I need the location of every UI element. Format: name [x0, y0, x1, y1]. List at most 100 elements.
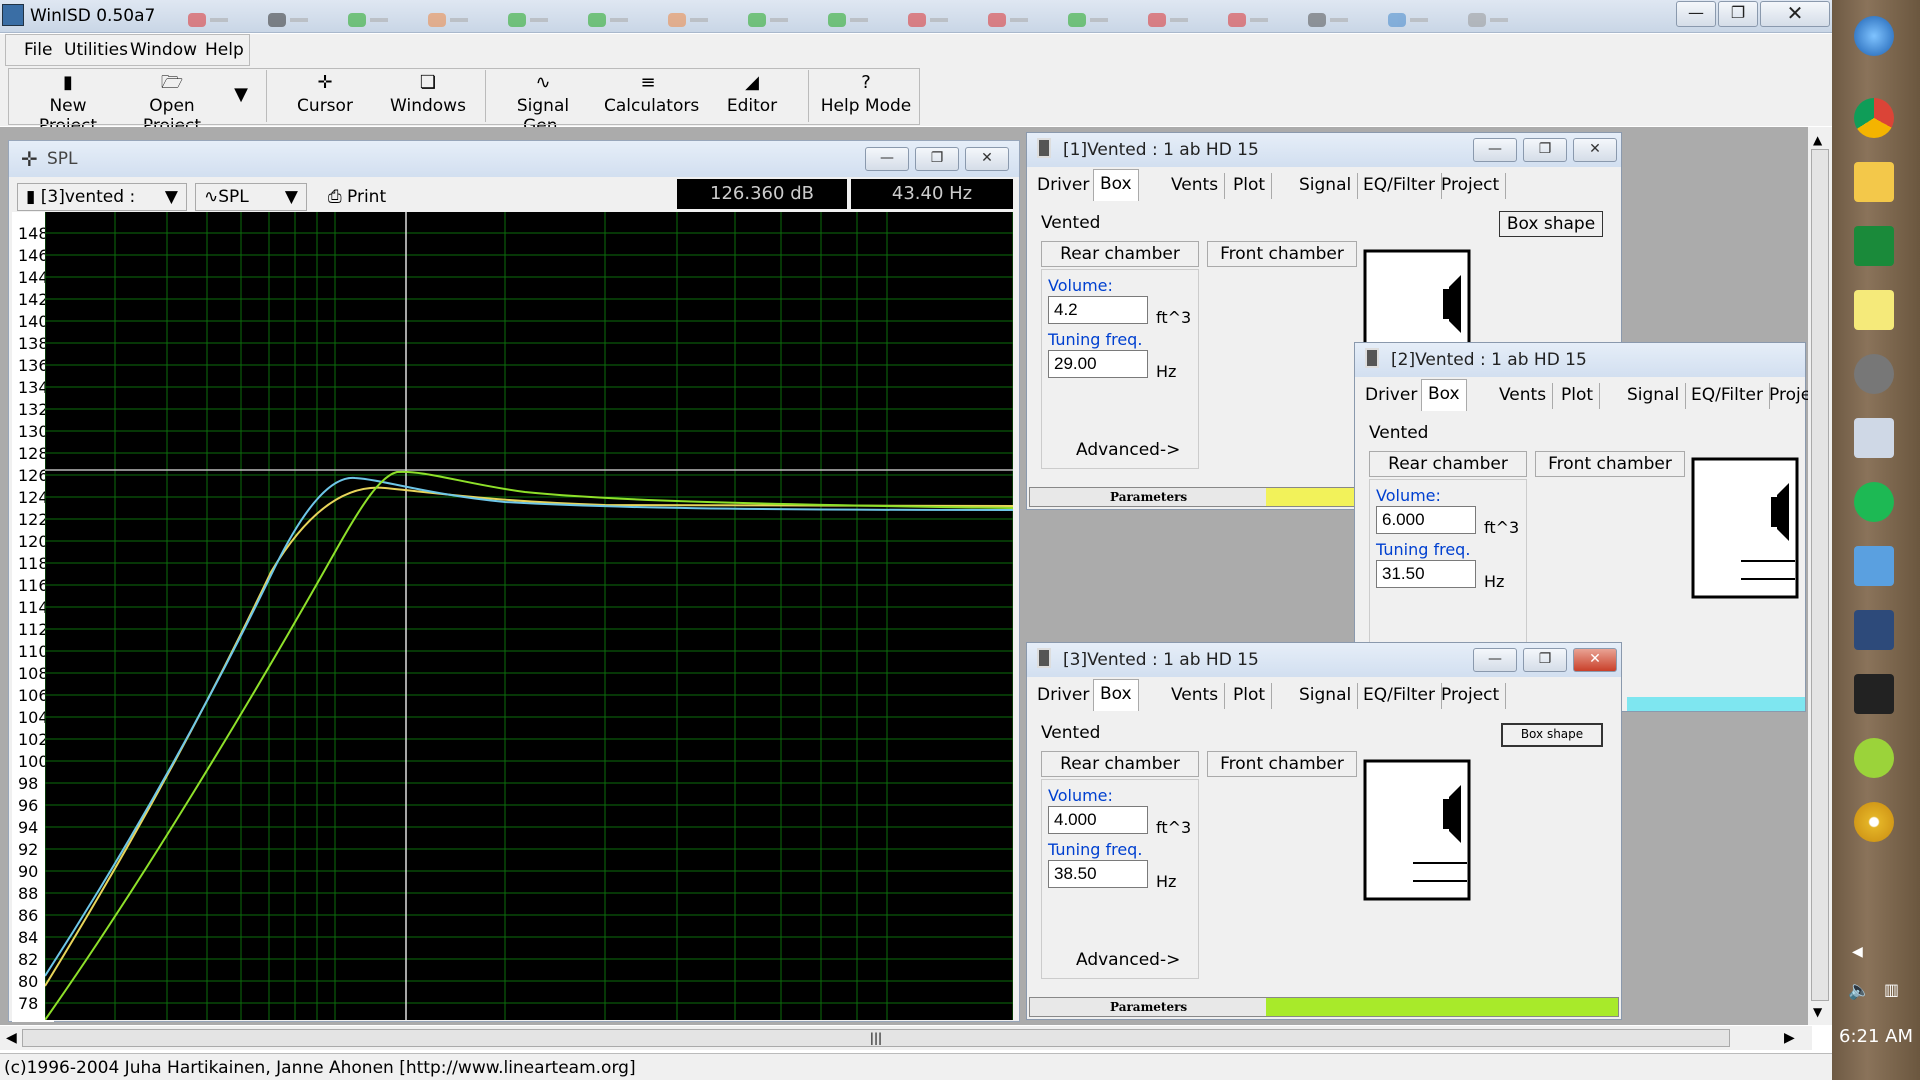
scroll-right-icon[interactable]: ▶ [1784, 1030, 1795, 1046]
winisd-icon[interactable] [1846, 604, 1902, 658]
driver-3-minimize-button[interactable]: — [1473, 648, 1517, 672]
taskbar-thumb-1[interactable] [180, 10, 240, 30]
spl-minimize-button[interactable]: — [865, 147, 909, 171]
volume-unit: ft^3 [1156, 308, 1192, 327]
volume-input[interactable] [1048, 296, 1148, 324]
box-type[interactable]: Vented [1041, 213, 1100, 233]
front-chamber-tab[interactable]: Front chamber [1207, 751, 1357, 777]
taskbar-thumb-7[interactable] [660, 10, 720, 30]
spl-plot[interactable] [45, 212, 1013, 1020]
tab-project[interactable]: Project [1435, 173, 1507, 199]
taskbar-thumb-8[interactable] [740, 10, 800, 30]
tab-vents[interactable]: Vents [1493, 383, 1554, 409]
spotify-icon[interactable] [1846, 476, 1902, 530]
spl-close-button[interactable]: ✕ [965, 147, 1009, 171]
box-type[interactable]: Vented [1369, 423, 1428, 443]
driver-1-maximize-button[interactable]: ❐ [1523, 138, 1567, 162]
tuning-input[interactable] [1048, 350, 1148, 378]
driver-1-minimize-button[interactable]: — [1473, 138, 1517, 162]
front-chamber-tab[interactable]: Front chamber [1207, 241, 1357, 267]
driver-3-close-button[interactable]: ✕ [1573, 648, 1617, 672]
chrome-icon[interactable] [1846, 92, 1902, 146]
advanced-button[interactable]: Advanced-> [1076, 950, 1180, 970]
scroll-thumb[interactable]: ||| [22, 1029, 1730, 1047]
volume-input[interactable] [1376, 506, 1476, 534]
driver-3-maximize-button[interactable]: ❐ [1523, 648, 1567, 672]
taskbar-thumb-9[interactable] [820, 10, 880, 30]
tab-eq-filter[interactable]: EQ/Filter [1357, 683, 1442, 709]
window-titlebar: WinISD 0.50a7 — ❐ ✕ [0, 0, 1832, 33]
scroll-thumb[interactable] [1811, 149, 1829, 1001]
box-type[interactable]: Vented [1041, 723, 1100, 743]
tab-vents[interactable]: Vents [1165, 683, 1226, 709]
volume-input[interactable] [1048, 806, 1148, 834]
driver-1-close-button[interactable]: ✕ [1573, 138, 1617, 162]
rear-chamber-tab[interactable]: Rear chamber [1041, 241, 1199, 267]
close-button[interactable]: ✕ [1760, 1, 1830, 27]
box-shape-button[interactable]: Box shape [1499, 211, 1603, 237]
taskbar-thumb-15[interactable] [1300, 10, 1360, 30]
rear-chamber-tab[interactable]: Rear chamber [1041, 751, 1199, 777]
scroll-left-icon[interactable]: ◀ [6, 1030, 17, 1046]
front-chamber-tab[interactable]: Front chamber [1535, 451, 1685, 477]
taskbar-thumb-6[interactable] [580, 10, 640, 30]
taskbar-thumb-17[interactable] [1460, 10, 1520, 30]
taskbar-thumb-11[interactable] [980, 10, 1040, 30]
taskbar-thumb-4[interactable] [420, 10, 480, 30]
tab-driver[interactable]: Driver [1031, 683, 1097, 709]
taskbar-thumb-3[interactable] [340, 10, 400, 30]
volume-icon[interactable]: 🔈 [1848, 980, 1870, 1001]
taskbar-thumb-12[interactable] [1060, 10, 1120, 30]
tab-vents[interactable]: Vents [1165, 173, 1226, 199]
tab-project[interactable]: Project [1435, 683, 1507, 709]
clock[interactable]: 6:21 AM [1832, 1026, 1920, 1047]
minimize-button[interactable]: — [1676, 1, 1716, 27]
tab-plot[interactable]: Plot [1555, 383, 1601, 409]
dvd-icon[interactable] [1846, 796, 1902, 850]
spl-maximize-button[interactable]: ❐ [915, 147, 959, 171]
tuning-unit: Hz [1156, 362, 1177, 381]
taskbar-thumb-5[interactable] [500, 10, 560, 30]
tab-eq-filter[interactable]: EQ/Filter [1685, 383, 1770, 409]
tab-signal[interactable]: Signal [1293, 173, 1359, 199]
tab-driver[interactable]: Driver [1031, 173, 1097, 199]
scroll-up-icon[interactable]: ▲ [1813, 133, 1822, 147]
maximize-button[interactable]: ❐ [1718, 1, 1758, 27]
taskbar-thumb-2[interactable] [260, 10, 320, 30]
taskbar-thumb-16[interactable] [1380, 10, 1440, 30]
control-panel-icon[interactable] [1846, 540, 1902, 594]
tab-signal[interactable]: Signal [1621, 383, 1687, 409]
project-select[interactable]: ▮ [3]vented : ▼ [17, 183, 187, 211]
print-button[interactable]: ⎙ Print [319, 183, 399, 211]
graph-type-select[interactable]: ∿SPL ▼ [195, 183, 307, 211]
taskbar-thumb-13[interactable] [1140, 10, 1200, 30]
horizontal-scrollbar[interactable]: ◀ ||| ▶ [0, 1026, 1812, 1050]
tab-box[interactable]: Box [1421, 379, 1467, 411]
box-shape-button[interactable]: Box shape [1501, 723, 1603, 747]
scroll-down-icon[interactable]: ▼ [1813, 1005, 1822, 1019]
file-explorer-icon[interactable] [1846, 156, 1902, 210]
mouse-icon[interactable] [1846, 348, 1902, 402]
tab-box[interactable]: Box [1093, 679, 1139, 711]
tab-box[interactable]: Box [1093, 169, 1139, 201]
windows-orb-icon[interactable] [1846, 10, 1902, 64]
network-icon[interactable]: ▥ [1884, 980, 1899, 999]
tab-plot[interactable]: Plot [1227, 173, 1273, 199]
tab-eq-filter[interactable]: EQ/Filter [1357, 173, 1442, 199]
vertical-scrollbar[interactable]: ▲ ▼ [1808, 127, 1832, 1025]
show-hidden-icons-icon[interactable]: ◀ [1852, 944, 1863, 960]
tab-plot[interactable]: Plot [1227, 683, 1273, 709]
tuning-input[interactable] [1048, 860, 1148, 888]
taskbar-thumb-14[interactable] [1220, 10, 1280, 30]
sticky-notes-icon[interactable] [1846, 284, 1902, 338]
audio-wave-icon[interactable] [1846, 668, 1902, 722]
taskbar-thumb-10[interactable] [900, 10, 960, 30]
app-green-ring-icon[interactable] [1846, 732, 1902, 786]
advanced-button[interactable]: Advanced-> [1076, 440, 1180, 460]
tab-driver[interactable]: Driver [1359, 383, 1425, 409]
app-green-icon[interactable] [1846, 220, 1902, 274]
tab-signal[interactable]: Signal [1293, 683, 1359, 709]
calculator-icon[interactable] [1846, 412, 1902, 466]
rear-chamber-tab[interactable]: Rear chamber [1369, 451, 1527, 477]
tuning-input[interactable] [1376, 560, 1476, 588]
